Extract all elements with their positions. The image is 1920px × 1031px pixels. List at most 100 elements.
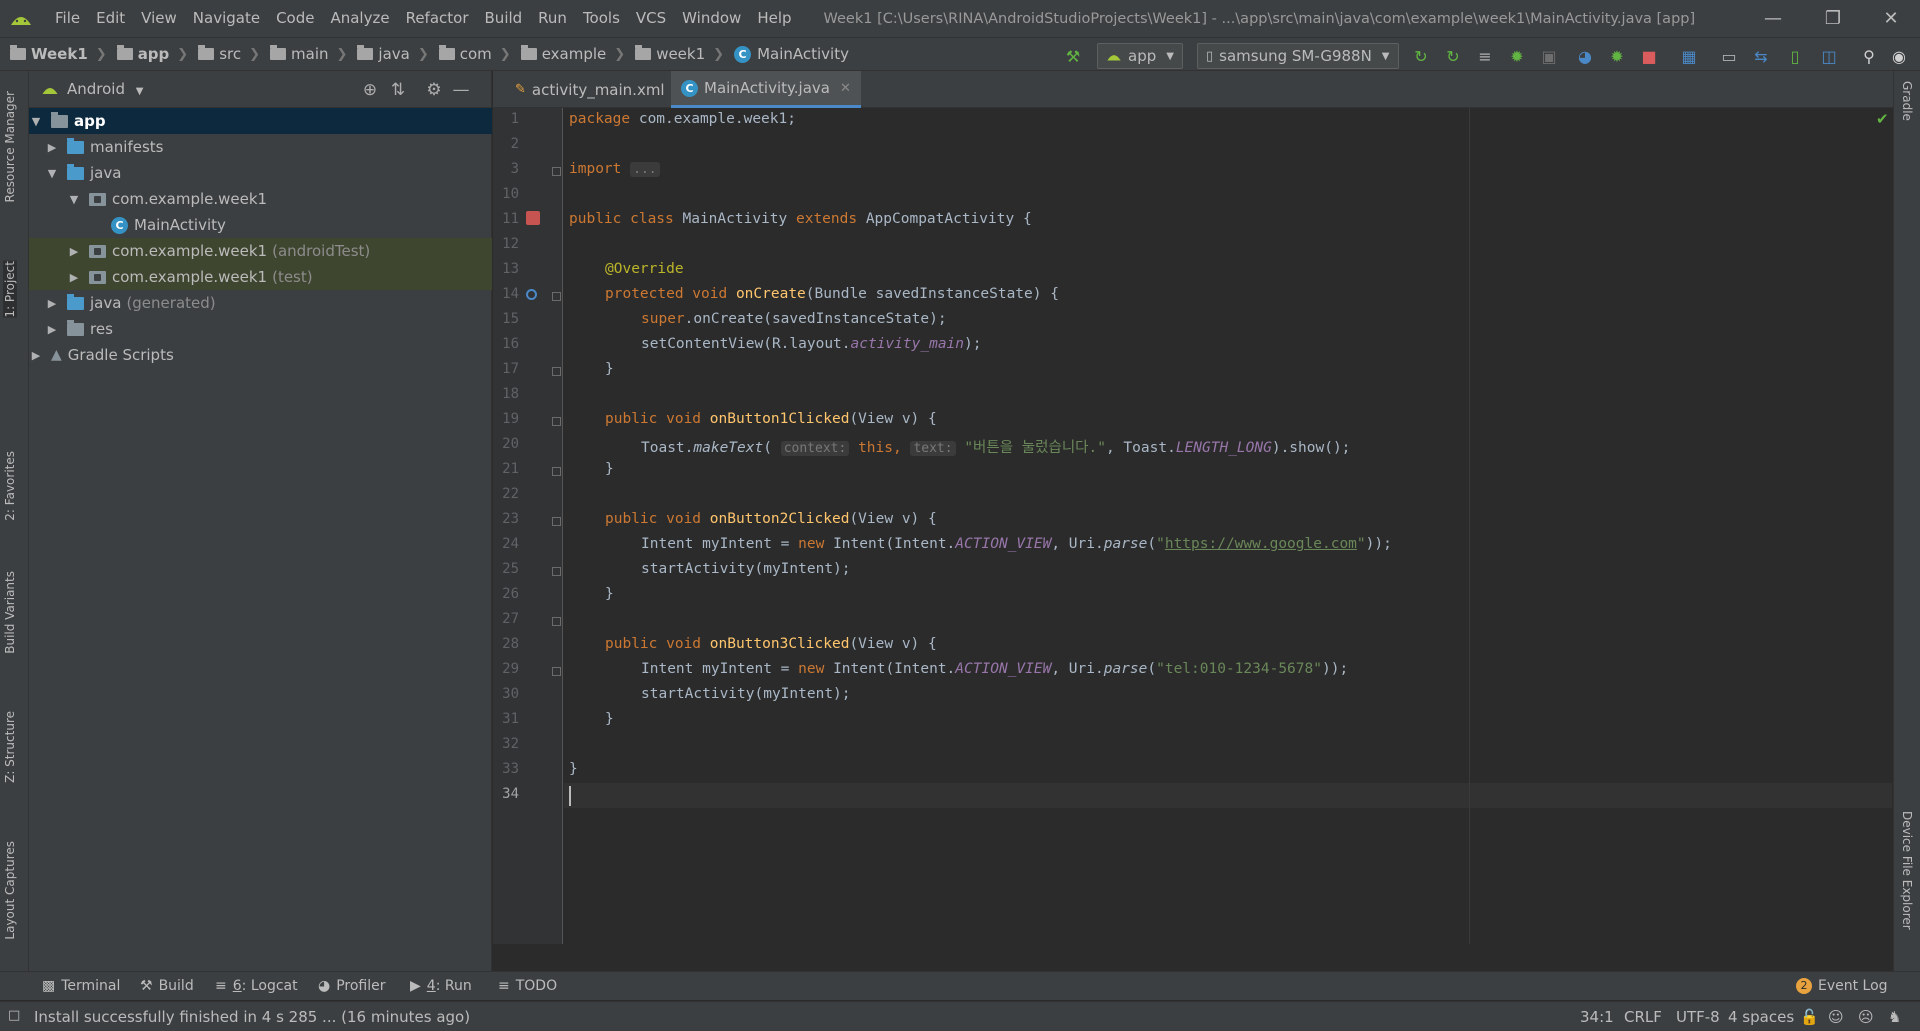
- debug-icon[interactable]: ✹: [1506, 45, 1528, 67]
- menu-vcs[interactable]: VCS: [628, 0, 674, 37]
- tree-item-java-generated[interactable]: ▶ java (generated): [29, 290, 492, 316]
- fold-icon[interactable]: [552, 367, 561, 376]
- menu-refactor[interactable]: Refactor: [398, 0, 477, 37]
- fold-icon[interactable]: [552, 167, 561, 176]
- fold-icon[interactable]: [552, 417, 561, 426]
- device-dropdown[interactable]: ▯ samsung SM-G988N ▼: [1197, 43, 1399, 69]
- search-icon[interactable]: ⚲: [1858, 45, 1880, 67]
- tool-terminal[interactable]: ▩ Terminal: [42, 978, 120, 994]
- menu-analyze[interactable]: Analyze: [322, 0, 397, 37]
- tree-item-package-main[interactable]: ▼ com.example.week1: [29, 186, 492, 212]
- sync-icon[interactable]: ▦: [1678, 45, 1700, 67]
- apply-changes-icon[interactable]: ↻: [1410, 45, 1432, 67]
- breadcrumb-week1[interactable]: Week1 ❯: [0, 45, 107, 63]
- apply-code-changes-icon[interactable]: ↻: [1442, 45, 1464, 67]
- tool-event-log[interactable]: 2 Event Log: [1796, 978, 1888, 994]
- breadcrumb-java[interactable]: java ❯: [347, 45, 429, 63]
- frown-icon[interactable]: ☹: [1858, 1008, 1874, 1026]
- menu-tools[interactable]: Tools: [575, 0, 628, 37]
- tool-logcat[interactable]: ≡ 6: Logcat: [215, 978, 298, 994]
- tree-item-gradle-scripts[interactable]: ▶ ▲ Gradle Scripts: [29, 342, 492, 368]
- tab-resource-manager[interactable]: Resource Manager: [3, 91, 17, 202]
- panel-toggle-icon[interactable]: □: [8, 1008, 20, 1023]
- menu-file[interactable]: File: [47, 0, 88, 37]
- menu-view[interactable]: View: [133, 0, 185, 37]
- stop-icon[interactable]: ■: [1638, 45, 1660, 67]
- override-icon[interactable]: [526, 289, 537, 300]
- tree-item-res[interactable]: ▶ res: [29, 316, 492, 342]
- menu-edit[interactable]: Edit: [88, 0, 133, 37]
- folded-imports[interactable]: ...: [630, 162, 660, 177]
- tab-mainactivity-java[interactable]: C MainActivity.java ✕: [671, 71, 861, 108]
- breadcrumb-com[interactable]: com ❯: [429, 45, 511, 63]
- close-window-button[interactable]: ✕: [1868, 0, 1914, 37]
- close-icon[interactable]: ✕: [840, 81, 851, 96]
- breadcrumb-example[interactable]: example ❯: [511, 45, 625, 63]
- tree-item-package-androidtest[interactable]: ▶ com.example.week1 (androidTest): [29, 238, 492, 264]
- gear-icon[interactable]: ⚙: [423, 79, 445, 101]
- hide-icon[interactable]: —: [450, 79, 472, 101]
- coverage-icon[interactable]: ≡: [1474, 45, 1496, 67]
- status-message[interactable]: Install successfully finished in 4 s 285…: [34, 1008, 470, 1026]
- restore-button[interactable]: ❐: [1810, 0, 1856, 37]
- caret-position[interactable]: 34:1: [1580, 1008, 1614, 1026]
- menu-window[interactable]: Window: [674, 0, 749, 37]
- menu-navigate[interactable]: Navigate: [185, 0, 268, 37]
- inspector-icon[interactable]: ♞: [1888, 1008, 1901, 1026]
- fold-icon[interactable]: [552, 517, 561, 526]
- implemented-icon[interactable]: [526, 211, 540, 225]
- tab-project[interactable]: 1: Project: [3, 261, 17, 318]
- code-editor[interactable]: package com.example.week1; import ... pu…: [564, 108, 1892, 944]
- run-config-dropdown[interactable]: app ▼: [1097, 43, 1183, 69]
- tab-gradle[interactable]: Gradle: [1900, 81, 1914, 121]
- menu-code[interactable]: Code: [268, 0, 322, 37]
- tab-activity-main-xml[interactable]: ✎ activity_main.xml✕: [505, 71, 696, 108]
- tool-run[interactable]: ▶ 4: Run: [410, 978, 472, 994]
- url-link[interactable]: https://www.google.com: [1165, 536, 1357, 552]
- lock-icon[interactable]: 🔓: [1800, 1008, 1819, 1026]
- fold-icon[interactable]: [552, 292, 561, 301]
- tree-item-java[interactable]: ▼ java: [29, 160, 492, 186]
- hammer-icon[interactable]: ⚒: [1062, 45, 1084, 67]
- tab-build-variants[interactable]: Build Variants: [3, 571, 17, 654]
- tree-item-manifests[interactable]: ▶ manifests: [29, 134, 492, 160]
- tool-build[interactable]: ⚒ Build: [140, 978, 194, 994]
- menu-build[interactable]: Build: [477, 0, 531, 37]
- tool-profiler[interactable]: ◕ Profiler: [318, 978, 386, 994]
- fold-icon[interactable]: [552, 567, 561, 576]
- fold-icon[interactable]: [552, 667, 561, 676]
- sdk-manager-icon[interactable]: ⇆: [1750, 45, 1772, 67]
- breadcrumb-src[interactable]: src ❯: [188, 45, 260, 63]
- attach-debugger-icon[interactable]: ▣: [1538, 45, 1560, 67]
- tab-favorites[interactable]: 2: Favorites: [3, 451, 17, 521]
- minimize-button[interactable]: —: [1750, 0, 1796, 37]
- structure-icon[interactable]: ◫: [1818, 45, 1840, 67]
- collapse-all-icon[interactable]: ⇅: [387, 79, 409, 101]
- file-encoding[interactable]: UTF-8: [1676, 1008, 1720, 1026]
- avd-manager-icon[interactable]: ▭: [1718, 45, 1740, 67]
- tool-todo[interactable]: ≡ TODO: [498, 978, 557, 994]
- tab-layout-captures[interactable]: Layout Captures: [3, 841, 17, 940]
- breadcrumb-app[interactable]: app ❯: [107, 45, 188, 63]
- breadcrumb-mainactivity[interactable]: C MainActivity: [724, 45, 849, 63]
- profiler-icon[interactable]: ◕: [1574, 45, 1596, 67]
- breadcrumb-week1-package[interactable]: week1 ❯: [625, 45, 724, 63]
- locate-icon[interactable]: ⊕: [359, 79, 381, 101]
- tab-device-file-explorer[interactable]: Device File Explorer: [1900, 811, 1914, 930]
- menu-run[interactable]: Run: [530, 0, 575, 37]
- indent-setting[interactable]: 4 spaces: [1728, 1008, 1794, 1026]
- account-icon[interactable]: ◉: [1888, 45, 1910, 67]
- project-view-selector[interactable]: Android ▼: [67, 80, 143, 98]
- tree-item-package-test[interactable]: ▶ com.example.week1 (test): [29, 264, 492, 290]
- fold-icon[interactable]: [552, 467, 561, 476]
- smile-icon[interactable]: ☺: [1828, 1008, 1844, 1026]
- fold-icon[interactable]: [552, 617, 561, 626]
- line-separator[interactable]: CRLF: [1624, 1008, 1662, 1026]
- tab-structure[interactable]: Z: Structure: [3, 711, 17, 783]
- breadcrumb-main[interactable]: main ❯: [260, 45, 347, 63]
- tree-item-mainactivity[interactable]: C MainActivity: [29, 212, 492, 238]
- device-manager-icon[interactable]: ▯: [1784, 45, 1806, 67]
- menu-help[interactable]: Help: [749, 0, 799, 37]
- debug-attach-icon[interactable]: ✹: [1606, 45, 1628, 67]
- tree-item-app[interactable]: ▼ app: [29, 108, 492, 134]
